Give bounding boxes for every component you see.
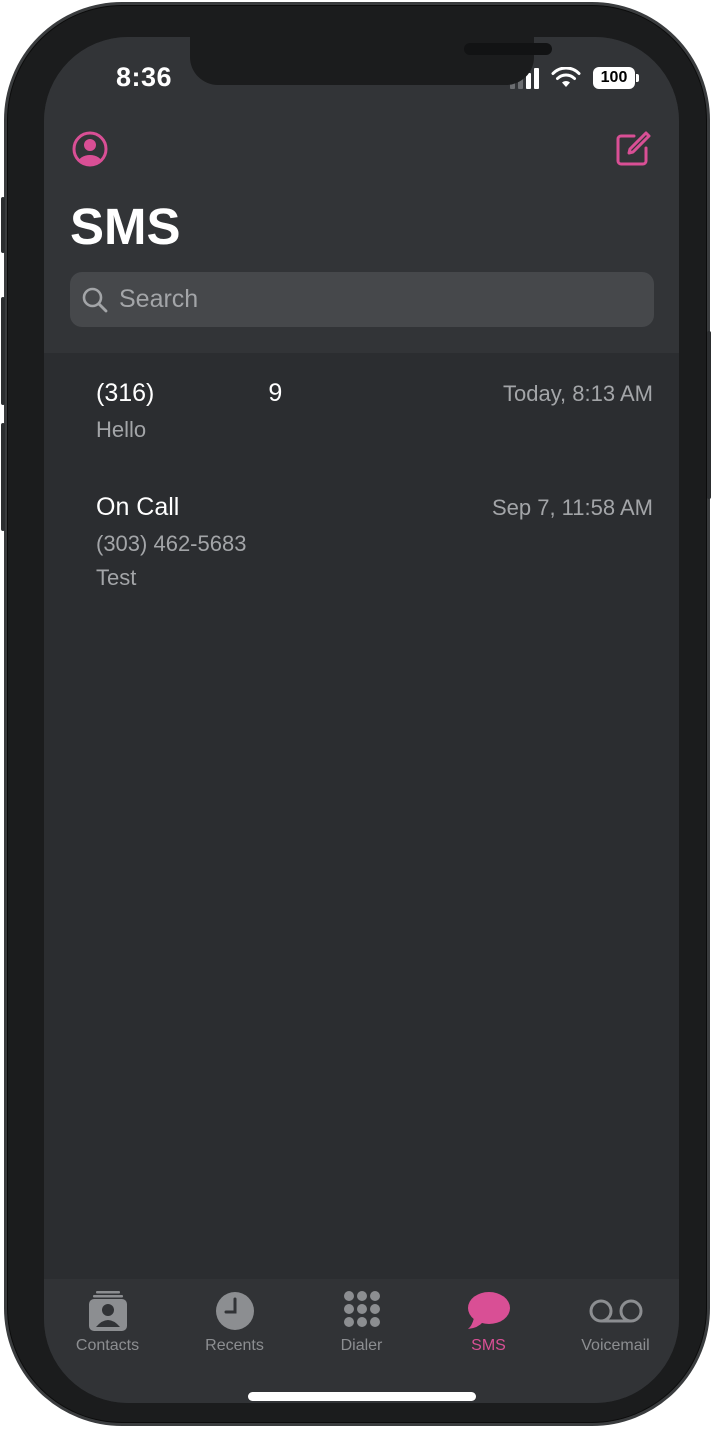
user-circle-icon — [72, 131, 108, 167]
tab-recents[interactable]: Recents — [171, 1289, 298, 1355]
notch — [190, 37, 552, 85]
phone-frame: 8:36 100 SMS Search (316) 9 Today, 8:13 … — [1, 2, 711, 1426]
tab-label: Recents — [205, 1337, 264, 1354]
page-title: SMS — [70, 198, 181, 255]
conversation-row[interactable]: (316) 9 Today, 8:13 AM Hello — [44, 353, 679, 467]
conversation-preview: Test — [96, 565, 137, 590]
conversation-number: (303) 462-5683 — [96, 531, 247, 556]
mute-switch — [1, 197, 5, 253]
search-icon — [82, 287, 108, 312]
clock-icon — [215, 1292, 254, 1330]
tab-label: Dialer — [340, 1337, 383, 1354]
tab-dialer[interactable]: Dialer — [298, 1289, 425, 1355]
volume-up-button — [1, 297, 5, 405]
tab-bar: Contacts Recents Dialer SMS Voicemail — [44, 1279, 679, 1403]
volume-down-button — [1, 423, 5, 531]
voicemail-icon — [589, 1299, 642, 1323]
conversation-timestamp: Today, 8:13 AM — [502, 381, 653, 406]
tab-label: Voicemail — [581, 1337, 650, 1354]
battery-icon: 100 — [593, 67, 639, 89]
keypad-icon — [343, 1291, 380, 1327]
tab-label: Contacts — [75, 1337, 140, 1354]
conversation-preview: Hello — [96, 417, 147, 442]
compose-icon — [616, 131, 651, 166]
speaker-grille — [464, 43, 552, 55]
conversation-list: (316) 9 Today, 8:13 AM Hello On Call Sep … — [44, 353, 679, 617]
wifi-icon — [551, 67, 581, 87]
profile-button[interactable] — [71, 130, 109, 168]
chat-bubble-icon — [467, 1292, 510, 1329]
compose-button[interactable] — [614, 130, 652, 168]
search-bar[interactable] — [70, 272, 654, 327]
power-button — [707, 331, 711, 499]
conversation-timestamp: Sep 7, 11:58 AM — [491, 495, 653, 520]
tab-label: SMS — [471, 1337, 506, 1354]
conversation-contact: On Call — [96, 493, 180, 521]
tab-voicemail[interactable]: Voicemail — [552, 1289, 679, 1355]
screen: 8:36 100 SMS Search (316) 9 Today, 8:13 … — [44, 37, 679, 1403]
status-time: 8:36 — [116, 62, 173, 92]
contacts-icon — [88, 1291, 127, 1331]
search-input[interactable] — [117, 284, 621, 315]
conversation-row[interactable]: On Call Sep 7, 11:58 AM (303) 462-5683 T… — [44, 467, 679, 617]
tab-sms[interactable]: SMS — [425, 1289, 552, 1355]
home-indicator[interactable] — [248, 1392, 476, 1401]
tab-contacts[interactable]: Contacts — [44, 1289, 171, 1355]
conversation-contact: (316) 9 — [96, 379, 283, 407]
